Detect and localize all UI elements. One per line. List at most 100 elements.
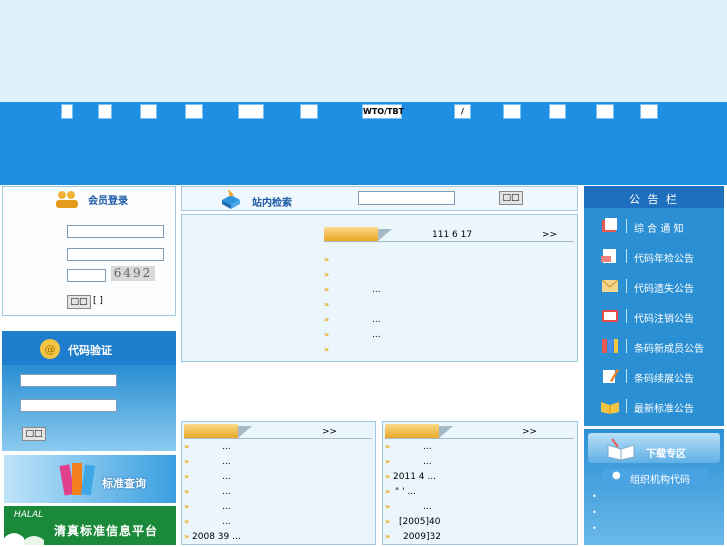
list-item[interactable]: » 2011 4 ... [385,472,574,487]
list-item[interactable]: » ... [385,442,574,457]
download-item-label: 组织机构代码 [630,475,690,486]
download-item[interactable]: ● 组织机构代码 [602,469,708,486]
tab-triangle-icon [238,426,252,438]
list-item[interactable]: » ... [324,330,564,345]
login-bracket-link[interactable]: [ ] [93,296,103,306]
pencil-icon [603,369,619,383]
announce-item-lost[interactable]: 代码遗失公告 [584,272,724,302]
list-item[interactable]: » ... [324,315,564,330]
bottom-right-panel: >> » ... » ... » 2011 4 ... » " ' ... » … [382,421,578,545]
bottom-left-more-link[interactable]: >> [322,427,337,437]
list-item[interactable]: » ... [184,472,372,487]
login-title: 会员登录 [88,196,128,207]
books-icon [59,463,96,496]
announce-label: 代码遗失公告 [634,284,694,295]
list-item[interactable]: » ... [385,502,574,517]
download-zone: 下载专区 ● 组织机构代码 • • • [584,429,724,545]
code-input-1[interactable] [20,374,117,387]
open-book-icon [601,402,619,414]
announce-item-new-standard[interactable]: 最新标准公告 [584,392,724,422]
nav-item-11[interactable] [596,104,614,119]
list-item[interactable]: » [324,300,564,315]
bottom-right-tab[interactable] [385,424,439,438]
halal-title: 清真标准信息平台 [54,524,159,538]
list-item[interactable]: » " ' ... [385,487,574,502]
login-button[interactable]: □□ [67,295,91,309]
nav-item-2[interactable] [98,104,112,119]
nav-item-6[interactable] [300,104,318,119]
verify-button[interactable]: □□ [22,427,46,441]
book-icon [602,310,618,322]
news-tab[interactable] [324,227,378,241]
bottom-right-tab-line [385,438,574,439]
code-verify-panel: @ 代码验证 □□ [2,331,176,451]
nav-item-1[interactable] [61,104,73,119]
search-title: 站内检索 [252,198,292,209]
code-input-2[interactable] [20,399,117,412]
list-item[interactable]: » ... [184,442,372,457]
tab-triangle-icon [378,229,392,241]
notice-icon [602,218,617,232]
nav-item-3[interactable] [140,104,157,119]
open-book-icon [607,438,635,461]
list-item[interactable]: » ... [324,285,564,300]
nav-item-8[interactable]: / [454,104,471,119]
bottom-left-list: » ... » ... » ... » ... » ... » ... » 20… [184,442,372,547]
announce-item-general[interactable]: 综 合 通 知 [584,212,724,242]
news-list: » » » ... » » ... » ... » [324,255,564,360]
tab-triangle-icon [439,426,453,438]
svg-text:@: @ [45,343,56,356]
list-item[interactable]: » [324,270,564,285]
letter-icon [601,279,619,292]
nav-item-5[interactable] [238,104,264,119]
nav-item-10[interactable] [549,104,566,119]
list-item[interactable]: » ... [184,517,372,532]
list-item[interactable]: » [324,255,564,270]
bullet-icon: • [592,508,597,517]
list-item[interactable]: » [2005]40 [385,517,574,532]
password-input[interactable] [67,248,164,261]
nav-item-4[interactable] [185,104,203,119]
code-verify-icon: @ [40,339,60,359]
announce-label: 代码年检公告 [634,254,694,265]
members-icon [56,191,78,208]
announcement-title: 公 告 栏 [629,193,679,206]
bottom-right-list: » ... » ... » 2011 4 ... » " ' ... » ...… [385,442,574,547]
books-stack-icon [602,339,618,353]
standard-query-banner[interactable]: 标准查询 [4,455,176,503]
captcha-image: 6492 [111,266,155,281]
nav-item-wto-tbt[interactable]: WTO/TBT [362,104,404,119]
captcha-input[interactable] [67,269,106,282]
bottom-right-more-link[interactable]: >> [522,427,537,437]
halal-banner[interactable]: HALAL 清真标准信息平台 [4,506,176,545]
list-item[interactable]: » ... [184,502,372,517]
bottom-left-tab[interactable] [184,424,238,438]
standard-query-label: 标准查询 [102,477,146,490]
download-dots: • • • [592,489,597,537]
news-more-link[interactable]: >> [542,230,557,240]
halal-tag: HALAL [14,510,44,520]
announce-item-cancel[interactable]: 代码注销公告 [584,302,724,332]
bullet-icon: ● [612,470,621,481]
list-item[interactable]: » ... [385,457,574,472]
announce-item-new-member[interactable]: 条码新成员公告 [584,332,724,362]
announcement-board: 公 告 栏 综 合 通 知 代码年检公告 代码遗失公告 代码注销公告 条码新成员… [584,186,724,426]
announce-item-renewal[interactable]: 条码续展公告 [584,362,724,392]
nav-item-9[interactable] [503,104,521,119]
search-input[interactable] [358,191,455,205]
list-item[interactable]: » ... [184,457,372,472]
list-item[interactable]: » [324,345,564,360]
announce-label: 代码注销公告 [634,314,694,325]
news-tab-line [324,241,574,242]
announce-label: 条码续展公告 [634,374,694,385]
announce-label: 条码新成员公告 [634,344,704,355]
list-item[interactable]: » ... [184,487,372,502]
download-title: 下载专区 [646,449,686,460]
search-button[interactable]: □□ [499,191,523,205]
announce-item-annual-check[interactable]: 代码年检公告 [584,242,724,272]
search-icon [222,189,240,209]
nav-item-12[interactable] [640,104,658,119]
bullet-icon: • [592,524,597,533]
username-input[interactable] [67,225,164,238]
header-banner [0,0,727,102]
